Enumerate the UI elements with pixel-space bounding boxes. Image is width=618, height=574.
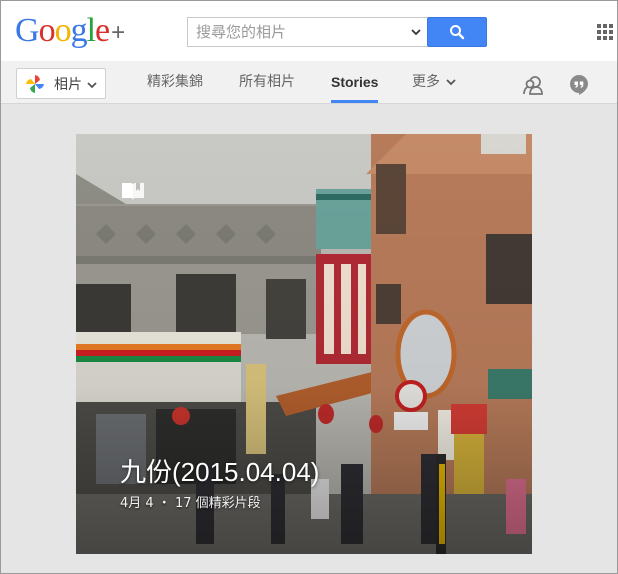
apps-grid-icon[interactable] — [597, 24, 613, 40]
logo-plus: + — [111, 19, 125, 46]
tab-stories[interactable]: Stories — [331, 61, 379, 103]
logo-letter: g — [70, 12, 88, 49]
search-box — [187, 17, 427, 47]
chevron-down-icon[interactable] — [411, 27, 421, 37]
chevron-down-icon — [87, 82, 97, 89]
logo-letter: o — [54, 12, 72, 49]
logo-letter: l — [86, 12, 97, 49]
book-icon — [122, 183, 144, 200]
photos-pinwheel-icon — [26, 74, 44, 93]
tab-more[interactable]: 更多 — [412, 61, 456, 103]
logo-letter: e — [95, 12, 110, 49]
tab-more-label: 更多 — [412, 74, 440, 90]
circles-icon[interactable] — [522, 74, 544, 96]
search-icon — [450, 25, 465, 40]
top-bar: Google+ — [1, 1, 617, 61]
search-button[interactable] — [427, 17, 487, 47]
story-subtitle: 4月 4 ・ 17 個精彩片段 — [120, 496, 261, 511]
story-card[interactable]: 九份(2015.04.04) 4月 4 ・ 17 個精彩片段 — [76, 134, 532, 554]
search-input[interactable] — [188, 18, 400, 46]
chevron-down-icon — [446, 79, 456, 86]
logo-letter: G — [15, 12, 40, 49]
tab-all-photos[interactable]: 所有相片 — [239, 61, 295, 103]
photos-menu-label: 相片 — [54, 76, 82, 93]
logo-letter: o — [38, 12, 56, 49]
tab-highlights[interactable]: 精彩集錦 — [147, 61, 203, 103]
google-plus-logo[interactable]: Google+ — [15, 11, 125, 51]
hangouts-icon[interactable] — [569, 74, 589, 96]
story-title: 九份(2015.04.04) — [120, 457, 320, 487]
photos-menu-button[interactable]: 相片 — [16, 68, 106, 99]
